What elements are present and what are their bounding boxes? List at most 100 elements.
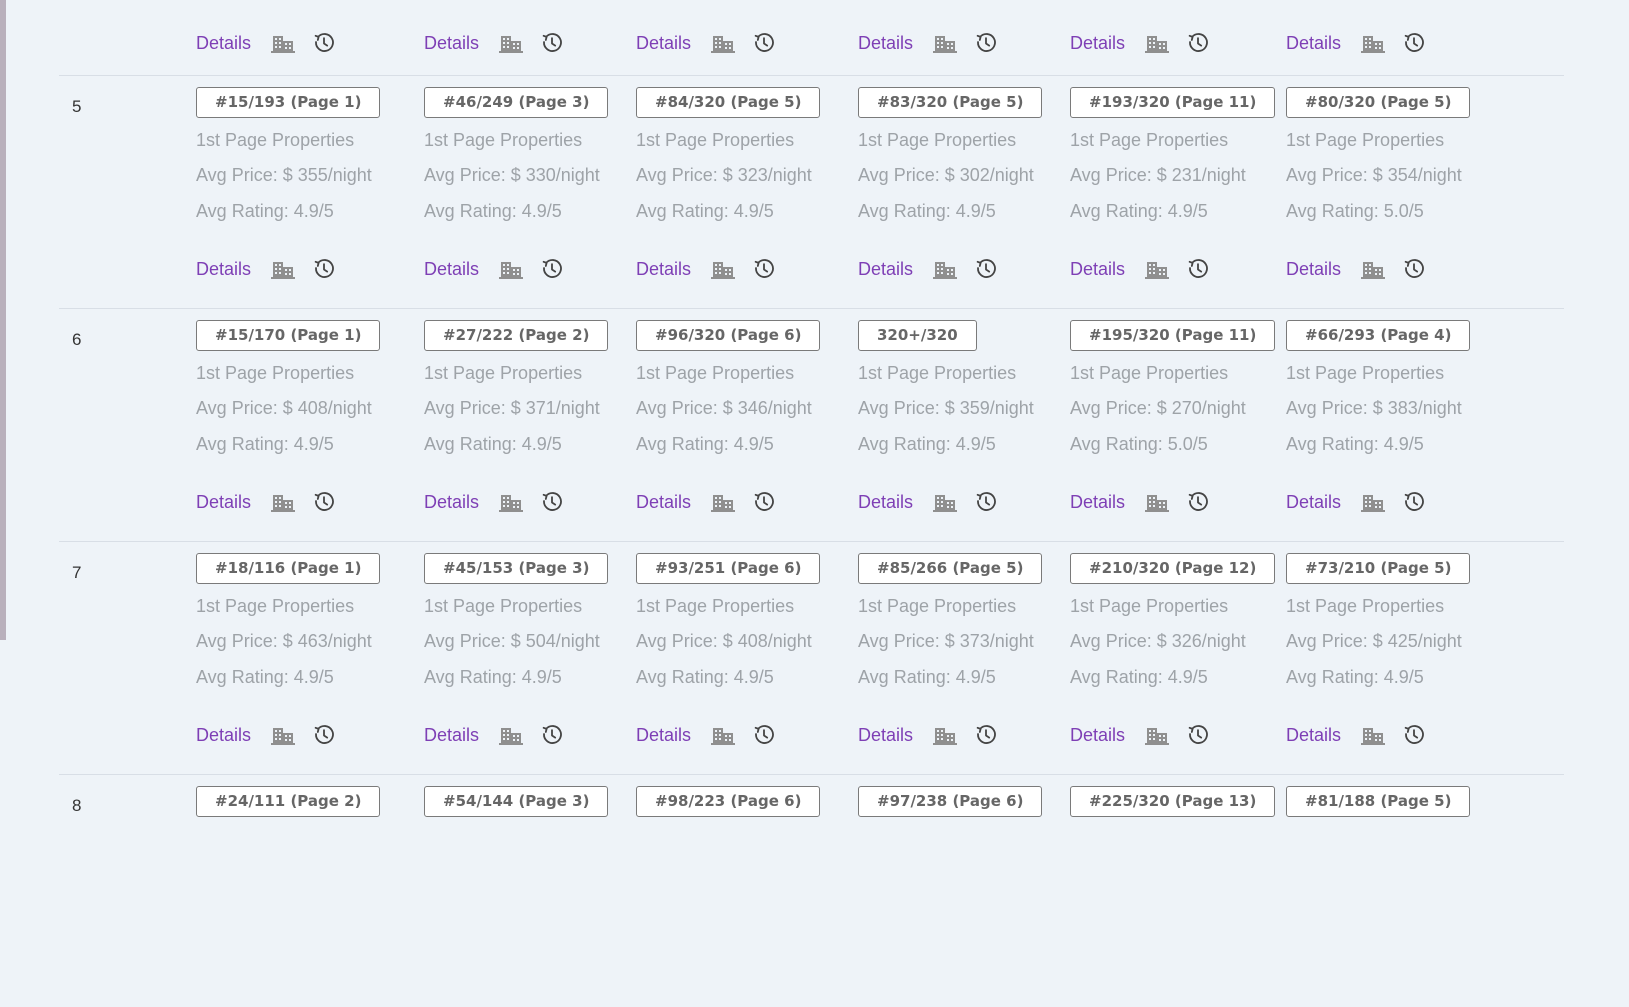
rank-badge[interactable]: #24/111 (Page 2)	[196, 786, 381, 817]
history-clock-icon[interactable]	[1187, 258, 1209, 280]
details-link[interactable]: Details	[636, 492, 691, 513]
rank-badge[interactable]: #15/193 (Page 1)	[196, 87, 381, 118]
rank-badge[interactable]: #81/188 (Page 5)	[1286, 786, 1471, 817]
history-clock-icon[interactable]	[541, 491, 563, 513]
rank-badge[interactable]: #96/320 (Page 6)	[636, 320, 821, 351]
details-link[interactable]: Details	[1070, 33, 1125, 54]
details-link[interactable]: Details	[636, 33, 691, 54]
history-clock-icon[interactable]	[1187, 724, 1209, 746]
rank-badge[interactable]: #193/320 (Page 11)	[1070, 87, 1276, 118]
rank-badge[interactable]: #80/320 (Page 5)	[1286, 87, 1471, 118]
history-clock-icon[interactable]	[975, 32, 997, 54]
details-link[interactable]: Details	[1286, 725, 1341, 746]
details-link[interactable]: Details	[1070, 259, 1125, 280]
cell-actions: Details	[1070, 723, 1209, 747]
details-link[interactable]: Details	[1286, 492, 1341, 513]
details-link[interactable]: Details	[424, 725, 479, 746]
rank-badge[interactable]: #98/223 (Page 6)	[636, 786, 821, 817]
details-link[interactable]: Details	[858, 33, 913, 54]
details-link[interactable]: Details	[858, 492, 913, 513]
rank-badge[interactable]: #97/238 (Page 6)	[858, 786, 1043, 817]
building-icon	[933, 725, 958, 745]
rank-badge[interactable]: #46/249 (Page 3)	[424, 87, 609, 118]
details-link[interactable]: Details	[196, 259, 251, 280]
history-clock-icon[interactable]	[313, 491, 335, 513]
details-link[interactable]: Details	[1070, 492, 1125, 513]
building-icon	[1361, 33, 1386, 53]
rank-badge[interactable]: #18/116 (Page 1)	[196, 553, 381, 584]
rank-badge[interactable]: #195/320 (Page 11)	[1070, 320, 1276, 351]
history-clock-icon[interactable]	[1187, 491, 1209, 513]
history-clock-icon[interactable]	[975, 724, 997, 746]
cell-actions: Details	[858, 723, 997, 747]
history-clock-icon[interactable]	[753, 491, 775, 513]
rank-badge[interactable]: #83/320 (Page 5)	[858, 87, 1043, 118]
history-clock-icon[interactable]	[1403, 32, 1425, 54]
history-clock-icon[interactable]	[753, 32, 775, 54]
details-link[interactable]: Details	[196, 33, 251, 54]
ranking-cell: #15/193 (Page 1) 1st Page Properties Avg P…	[196, 87, 381, 279]
history-clock-icon[interactable]	[753, 258, 775, 280]
rank-badge[interactable]: #93/251 (Page 6)	[636, 553, 821, 584]
details-link[interactable]: Details	[636, 725, 691, 746]
ranking-cell: #85/266 (Page 5) 1st Page Properties Avg P…	[858, 553, 1043, 745]
history-clock-icon[interactable]	[541, 724, 563, 746]
history-clock-icon[interactable]	[1403, 491, 1425, 513]
rank-badge[interactable]: #15/170 (Page 1)	[196, 320, 381, 351]
avg-price: Avg Price: $ 346/night	[636, 398, 812, 418]
history-clock-icon[interactable]	[313, 724, 335, 746]
details-link[interactable]: Details	[1070, 725, 1125, 746]
details-link[interactable]: Details	[1286, 259, 1341, 280]
rank-badge[interactable]: #66/293 (Page 4)	[1286, 320, 1471, 351]
ranking-cell: #24/111 (Page 2)	[196, 786, 381, 817]
first-page-properties-label: 1st Page Properties	[1286, 130, 1445, 150]
rank-badge[interactable]: #85/266 (Page 5)	[858, 553, 1043, 584]
history-clock-icon[interactable]	[1403, 724, 1425, 746]
history-clock-icon[interactable]	[313, 32, 335, 54]
row-divider	[59, 774, 1564, 775]
rank-badge[interactable]: #45/153 (Page 3)	[424, 553, 609, 584]
history-clock-icon[interactable]	[1403, 258, 1425, 280]
details-link[interactable]: Details	[424, 492, 479, 513]
history-clock-icon[interactable]	[753, 724, 775, 746]
building-icon	[499, 33, 524, 53]
rank-badge[interactable]: #210/320 (Page 12)	[1070, 553, 1276, 584]
rank-badge[interactable]: #54/144 (Page 3)	[424, 786, 609, 817]
building-icon	[1145, 259, 1170, 279]
rank-badge[interactable]: 320+/320	[858, 320, 977, 351]
rank-badge[interactable]: #84/320 (Page 5)	[636, 87, 821, 118]
building-icon	[499, 725, 524, 745]
history-clock-icon[interactable]	[975, 491, 997, 513]
rank-badge[interactable]: #225/320 (Page 13)	[1070, 786, 1276, 817]
ranking-cell: #195/320 (Page 11) 1st Page Properties Avg…	[1070, 320, 1276, 512]
history-clock-icon[interactable]	[541, 258, 563, 280]
history-clock-icon[interactable]	[313, 258, 335, 280]
details-link[interactable]: Details	[636, 259, 691, 280]
building-icon	[933, 33, 958, 53]
ranking-cell: #54/144 (Page 3)	[424, 786, 609, 817]
first-page-properties-label: 1st Page Properties	[858, 596, 1017, 616]
history-clock-icon[interactable]	[975, 258, 997, 280]
building-icon	[499, 492, 524, 512]
history-clock-icon[interactable]	[541, 32, 563, 54]
cell-actions: Details	[424, 490, 563, 514]
details-link[interactable]: Details	[858, 259, 913, 280]
first-page-properties-label: 1st Page Properties	[858, 363, 1017, 383]
avg-price: Avg Price: $ 371/night	[424, 398, 600, 418]
details-link[interactable]: Details	[1286, 33, 1341, 54]
rank-badge[interactable]: #73/210 (Page 5)	[1286, 553, 1471, 584]
cell-actions: Details	[1070, 31, 1209, 55]
details-link[interactable]: Details	[424, 33, 479, 54]
cell-actions: Details	[424, 723, 563, 747]
details-link[interactable]: Details	[858, 725, 913, 746]
details-link[interactable]: Details	[424, 259, 479, 280]
ranking-cell: #93/251 (Page 6) 1st Page Properties Avg P…	[636, 553, 821, 745]
row-number: 7	[72, 563, 82, 582]
avg-price: Avg Price: $ 354/night	[1286, 165, 1462, 185]
building-icon	[271, 725, 296, 745]
details-link[interactable]: Details	[196, 492, 251, 513]
rank-badge[interactable]: #27/222 (Page 2)	[424, 320, 609, 351]
details-link[interactable]: Details	[196, 725, 251, 746]
history-clock-icon[interactable]	[1187, 32, 1209, 54]
cell-actions: Details	[1286, 257, 1425, 281]
